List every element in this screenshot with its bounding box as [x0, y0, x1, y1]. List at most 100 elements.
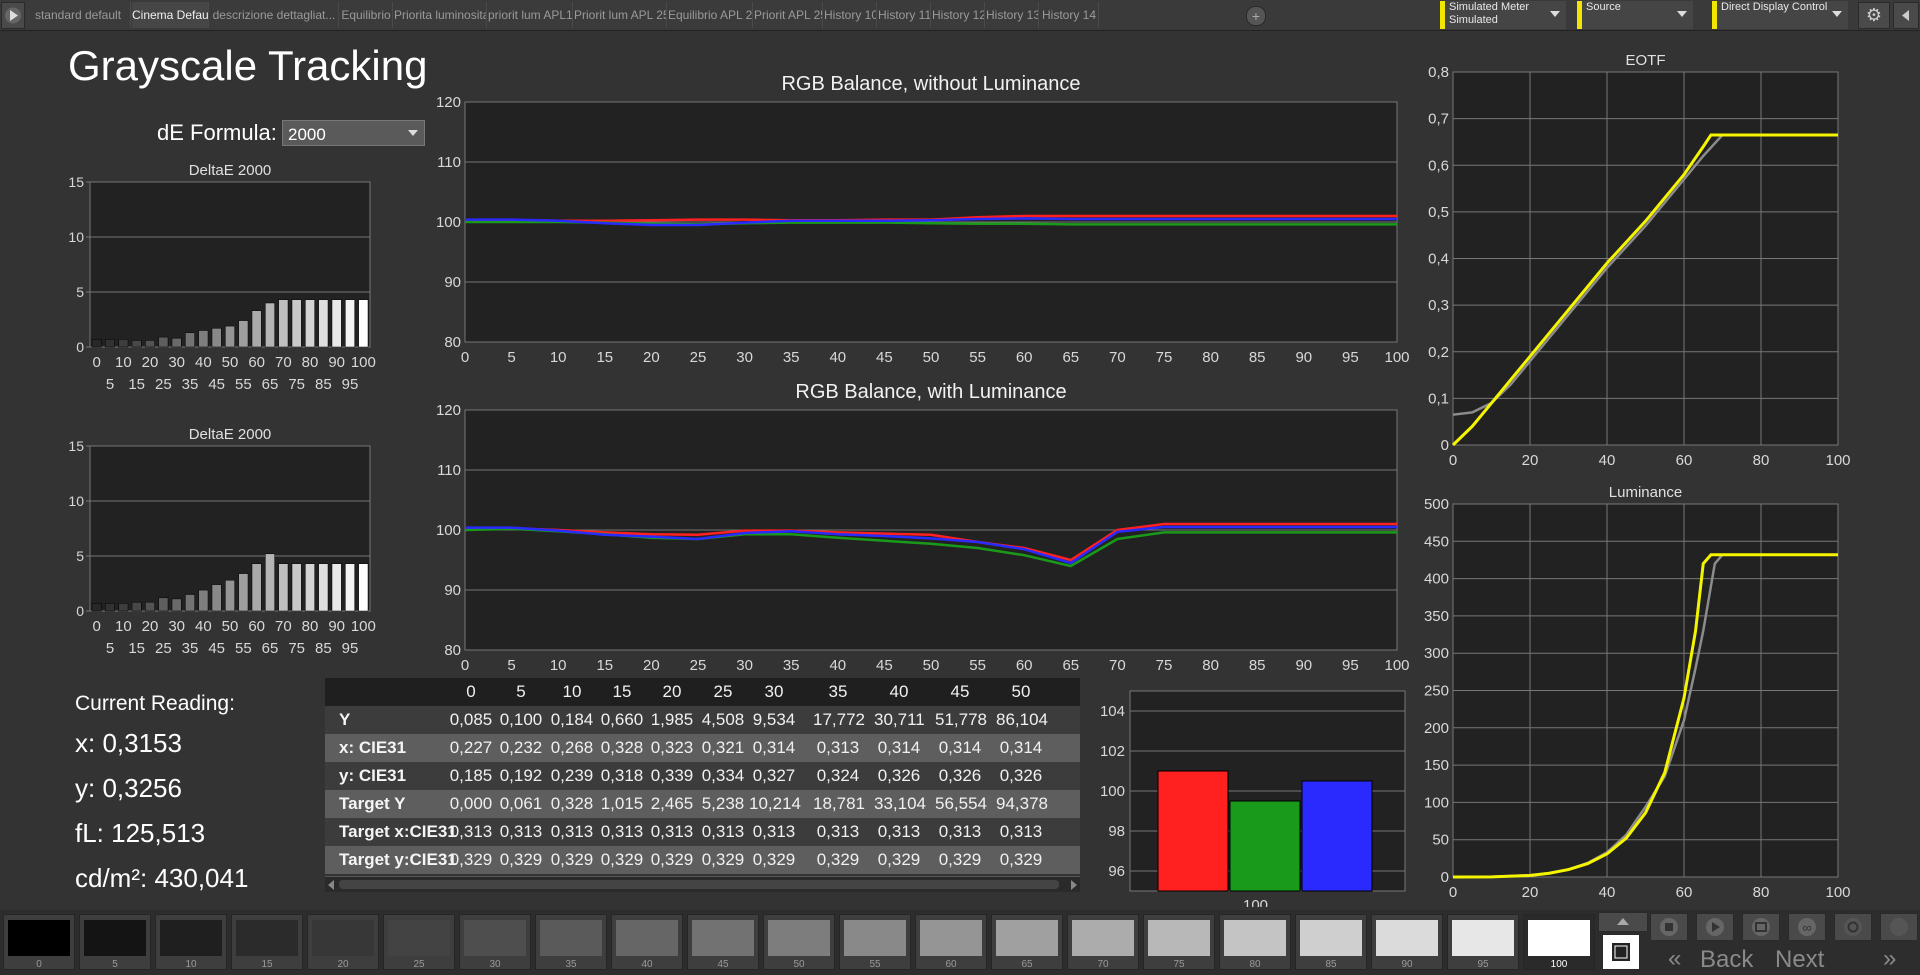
- patch-swatch[interactable]: 90: [1371, 914, 1443, 970]
- add-tab-button[interactable]: +: [1246, 6, 1266, 26]
- tab-11[interactable]: History 12: [932, 2, 985, 28]
- patch-swatch[interactable]: 0: [3, 914, 75, 970]
- chart-title: DeltaE 2000: [189, 162, 272, 179]
- x-tick-label: 45: [876, 349, 893, 366]
- patch-swatch[interactable]: 35: [535, 914, 607, 970]
- patch-swatch[interactable]: 10: [155, 914, 227, 970]
- x-tick-label: 50: [222, 618, 239, 635]
- swatch-label: 85: [1325, 959, 1337, 970]
- tab-13[interactable]: History 14: [1040, 2, 1099, 28]
- back-button[interactable]: « Back: [1650, 945, 1780, 975]
- reading-fl: fL: 125,513: [75, 818, 206, 848]
- table-cell: 0,329: [752, 850, 796, 869]
- tab-5[interactable]: priorit lum APL18: [488, 2, 573, 28]
- patch-swatch[interactable]: 5: [79, 914, 151, 970]
- chevron-down-icon: [408, 130, 418, 136]
- scroll-left-icon[interactable]: [328, 880, 334, 890]
- table-cell: 33,104: [874, 794, 926, 813]
- tab-1[interactable]: Cinema Default: [132, 2, 209, 28]
- tab-12[interactable]: History 13: [986, 2, 1039, 28]
- swatch-label: 10: [185, 959, 197, 970]
- deltae-bar: [358, 563, 369, 612]
- rgb-bar-0: [1157, 770, 1229, 892]
- table-row: Y 0,085 0,100 0,184 0,660 1,985 4,508 9,534 17,7…: [325, 706, 1080, 734]
- loop-button[interactable]: ∞: [1788, 913, 1826, 941]
- stop-button[interactable]: [1650, 913, 1688, 941]
- tab-4[interactable]: Priorita luminosita: [394, 2, 487, 28]
- x-tick-label: 60: [1676, 884, 1693, 901]
- table-cell: 0,314: [999, 738, 1043, 757]
- patch-swatch[interactable]: 75: [1143, 914, 1215, 970]
- y-tick-label: 50: [1432, 832, 1449, 849]
- table-cell: 94,378: [996, 794, 1048, 813]
- patch-swatch[interactable]: 60: [915, 914, 987, 970]
- display-control-dropdown[interactable]: Direct Display Control: [1712, 1, 1848, 29]
- swatch-label: 75: [1173, 959, 1185, 970]
- patch-swatch[interactable]: 40: [611, 914, 683, 970]
- table-horizontal-scrollbar[interactable]: [325, 876, 1080, 892]
- swatch-color: [844, 920, 906, 956]
- patch-swatch[interactable]: 50: [763, 914, 835, 970]
- x-tick-label: 75: [288, 640, 305, 657]
- x-tick-label: 0: [92, 354, 100, 371]
- y-tick-label: 250: [1424, 683, 1449, 700]
- tab-3[interactable]: Equilibrio: [340, 2, 393, 28]
- table-cell: 0,329: [499, 850, 543, 869]
- patch-swatch[interactable]: 95: [1447, 914, 1519, 970]
- patch-swatch[interactable]: 30: [459, 914, 531, 970]
- collapse-button[interactable]: [1893, 2, 1919, 29]
- patch-swatch[interactable]: 15: [231, 914, 303, 970]
- extra-button[interactable]: [1880, 913, 1918, 941]
- swatch-label: 30: [489, 959, 501, 970]
- tab-0[interactable]: standard default: [26, 2, 131, 28]
- swatch-color: [540, 920, 602, 956]
- stop-measure-button[interactable]: [1602, 934, 1640, 970]
- source-dropdown[interactable]: Source: [1577, 1, 1693, 29]
- tab-2[interactable]: descrizione dettagliat...: [210, 2, 339, 28]
- x-tick-label: 100: [1384, 349, 1409, 366]
- up-arrow-button[interactable]: [1598, 912, 1648, 932]
- deltae-bar: [238, 573, 249, 612]
- scroll-right-icon[interactable]: [1071, 880, 1077, 890]
- y-tick-label: 0,2: [1428, 344, 1449, 361]
- x-tick-label: 85: [315, 640, 332, 657]
- swatch-label: 55: [869, 959, 881, 970]
- patch-swatch[interactable]: 100: [1523, 914, 1595, 970]
- refresh-button[interactable]: [1834, 913, 1872, 941]
- chart-title: Luminance: [1609, 484, 1682, 501]
- patch-swatch[interactable]: 85: [1295, 914, 1367, 970]
- settings-button[interactable]: ⚙: [1858, 2, 1890, 29]
- patch-swatch[interactable]: 25: [383, 914, 455, 970]
- deltae-bar: [225, 325, 235, 348]
- patch-swatch[interactable]: 20: [307, 914, 379, 970]
- tab-10[interactable]: History 11: [878, 2, 931, 28]
- swatch-label: 20: [337, 959, 349, 970]
- deltae-bar: [251, 563, 262, 612]
- deltae-bar: [118, 339, 129, 348]
- tab-8[interactable]: Priorit APL 25: [754, 2, 823, 28]
- tab-6[interactable]: Priorit lum APL 256: [574, 2, 667, 28]
- table-cell: 18,781: [813, 794, 865, 813]
- play-button[interactable]: [1696, 913, 1734, 941]
- de-formula-select[interactable]: 2000: [282, 120, 425, 146]
- x-tick-label: 90: [1295, 349, 1312, 366]
- meter-dropdown[interactable]: Simulated Meter Simulated: [1440, 1, 1566, 29]
- patch-swatch[interactable]: 80: [1219, 914, 1291, 970]
- patch-swatch[interactable]: 70: [1067, 914, 1139, 970]
- scrollbar-thumb[interactable]: [339, 880, 1059, 889]
- patch-swatch[interactable]: 55: [839, 914, 911, 970]
- patch-swatch[interactable]: 65: [991, 914, 1063, 970]
- tab-7[interactable]: Equilibrio APL 25: [668, 2, 753, 28]
- table-cell: 51,778: [935, 710, 987, 729]
- next-button[interactable]: Next »: [1775, 945, 1915, 975]
- patch-swatch[interactable]: 45: [687, 914, 759, 970]
- current-reading-label: Current Reading:: [75, 692, 235, 715]
- row-header: Y: [339, 710, 351, 729]
- x-tick-label: 20: [142, 354, 159, 371]
- play-icon[interactable]: [1, 2, 25, 29]
- x-tick-label: 75: [1156, 349, 1173, 366]
- rgb-balance-without-luminance-chart: RGB Balance, without Luminance8090100110…: [436, 73, 1410, 366]
- tab-9[interactable]: History 10: [824, 2, 877, 28]
- table-cell: 0,660: [600, 710, 644, 729]
- capture-button[interactable]: [1742, 913, 1780, 941]
